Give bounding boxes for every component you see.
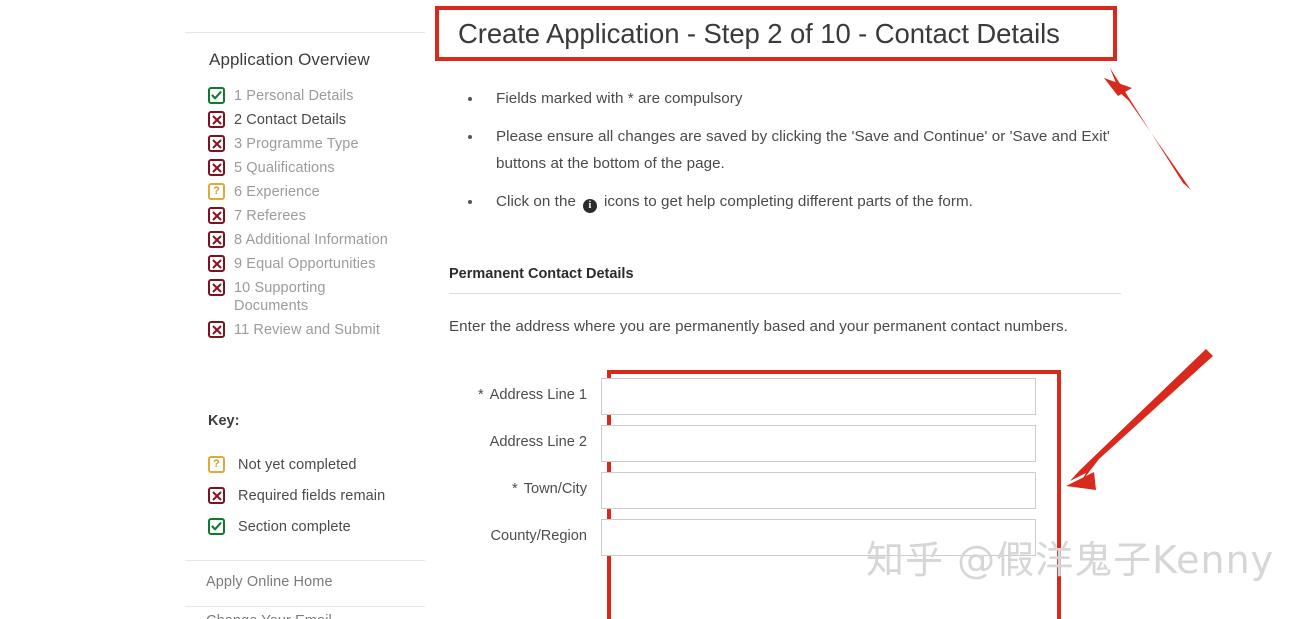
- sidebar-step-list: 1 Personal Details 2 Contact Details 3 P…: [208, 86, 423, 344]
- sidebar-item-label: 1 Personal Details: [234, 88, 354, 104]
- instruction-text-after-icon: icons to get help completing different p…: [603, 193, 973, 210]
- sidebar-item-review-and-submit[interactable]: 11 Review and Submit: [208, 320, 423, 339]
- check-box-icon: [208, 87, 225, 104]
- cross-box-icon: [208, 231, 225, 248]
- sidebar-top-divider: [185, 32, 425, 33]
- sidebar-link-apply-online-home[interactable]: Apply Online Home: [206, 574, 333, 590]
- field-label-text: Address Line 2: [489, 434, 587, 450]
- sidebar-item-additional-information[interactable]: 8 Additional Information: [208, 230, 423, 249]
- key-item-label: Required fields remain: [238, 488, 386, 504]
- sidebar-item-label: 3 Programme Type: [234, 136, 359, 152]
- cross-box-icon: [208, 321, 225, 338]
- sidebar-divider-below-links: [185, 606, 425, 607]
- sidebar-item-equal-opportunities[interactable]: 9 Equal Opportunities: [208, 254, 423, 273]
- sidebar-item-label: 11 Review and Submit: [234, 322, 381, 338]
- question-box-icon: ?: [208, 456, 225, 473]
- section-description: Enter the address where you are permanen…: [449, 318, 1068, 335]
- cross-box-icon: [208, 159, 225, 176]
- instruction-text: Please ensure all changes are saved by c…: [496, 128, 1110, 172]
- section-heading: Permanent Contact Details: [449, 266, 634, 282]
- field-label-address-line-2: Address Line 2: [449, 425, 601, 450]
- sidebar-item-label: 2 Contact Details: [234, 112, 347, 128]
- required-marker: *: [477, 387, 484, 403]
- cross-box-icon: [208, 207, 225, 224]
- cross-box-icon: [208, 111, 225, 128]
- sidebar-key-list: ? Not yet completed Required fields rema…: [208, 455, 423, 548]
- page-title-annotation-box: Create Application - Step 2 of 10 - Cont…: [435, 6, 1117, 61]
- field-label-text: Address Line 1: [489, 387, 587, 403]
- sidebar-item-label: 6 Experience: [234, 184, 320, 200]
- sidebar-item-programme-type[interactable]: 3 Programme Type: [208, 134, 423, 153]
- key-item-label: Section complete: [238, 519, 351, 535]
- main-content: Create Application - Step 2 of 10 - Cont…: [430, 0, 1308, 619]
- town-city-input[interactable]: [601, 472, 1036, 509]
- sidebar-item-label: 7 Referees: [234, 208, 306, 224]
- field-label-county-region: County/Region: [449, 519, 601, 544]
- info-icon[interactable]: i: [582, 199, 597, 213]
- field-row-address-line-2: Address Line 2: [449, 425, 1089, 462]
- application-overview-sidebar: Application Overview 1 Personal Details …: [180, 0, 425, 619]
- sidebar-item-label: 5 Qualifications: [234, 160, 335, 176]
- instruction-text: Click on the: [496, 193, 576, 210]
- sidebar-item-label: 9 Equal Opportunities: [234, 256, 376, 272]
- sidebar-item-label: 8 Additional Information: [234, 232, 388, 248]
- sidebar-divider-above-links: [185, 560, 425, 561]
- field-row-county-region: County/Region: [449, 519, 1089, 556]
- address-line-1-input[interactable]: [601, 378, 1036, 415]
- page-title: Create Application - Step 2 of 10 - Cont…: [458, 17, 1060, 49]
- cross-box-icon: [208, 255, 225, 272]
- address-line-2-input[interactable]: [601, 425, 1036, 462]
- screenshot-root: Application Overview 1 Personal Details …: [0, 0, 1308, 619]
- instruction-item: Click on the i icons to get help completin…: [466, 188, 1156, 215]
- sidebar-item-qualifications[interactable]: 5 Qualifications: [208, 158, 423, 177]
- cross-box-icon: [208, 487, 225, 504]
- sidebar-item-label: 10 Supporting Documents: [234, 280, 326, 314]
- section-divider: [449, 293, 1121, 294]
- question-box-icon: ?: [208, 183, 225, 200]
- sidebar-item-contact-details[interactable]: 2 Contact Details: [208, 110, 423, 129]
- instructions-list: Fields marked with * are compulsory Plea…: [466, 85, 1156, 226]
- sidebar-link-secondary[interactable]: Change Your Email: [206, 613, 332, 619]
- sidebar-item-experience[interactable]: ? 6 Experience: [208, 182, 423, 201]
- sidebar-item-referees[interactable]: 7 Referees: [208, 206, 423, 225]
- field-label-text: Town/City: [523, 481, 587, 497]
- instruction-item: Please ensure all changes are saved by c…: [466, 123, 1156, 177]
- key-item-not-yet-completed: ? Not yet completed: [208, 455, 423, 474]
- instruction-text: Fields marked with * are compulsory: [496, 90, 743, 107]
- field-row-town-city: * Town/City: [449, 472, 1089, 509]
- sidebar-item-personal-details[interactable]: 1 Personal Details: [208, 86, 423, 105]
- field-label-address-line-1: * Address Line 1: [449, 378, 601, 403]
- sidebar-item-supporting-documents[interactable]: 10 Supporting Documents: [208, 278, 408, 315]
- cross-box-icon: [208, 135, 225, 152]
- key-item-required-fields-remain: Required fields remain: [208, 486, 423, 505]
- sidebar-key-title: Key:: [208, 413, 240, 429]
- cross-box-icon: [208, 279, 225, 296]
- key-item-section-complete: Section complete: [208, 517, 423, 536]
- sidebar-title: Application Overview: [209, 50, 370, 69]
- check-box-icon: [208, 518, 225, 535]
- required-marker: *: [512, 481, 518, 497]
- field-row-address-line-1: * Address Line 1: [449, 378, 1089, 415]
- field-label-town-city: * Town/City: [449, 472, 601, 497]
- permanent-contact-details-form: * Address Line 1 Address Line 2 * Town/Cit…: [449, 378, 1089, 566]
- instruction-item: Fields marked with * are compulsory: [466, 85, 1156, 112]
- field-label-text: County/Region: [490, 528, 587, 544]
- county-region-input[interactable]: [601, 519, 1036, 556]
- key-item-label: Not yet completed: [238, 457, 357, 473]
